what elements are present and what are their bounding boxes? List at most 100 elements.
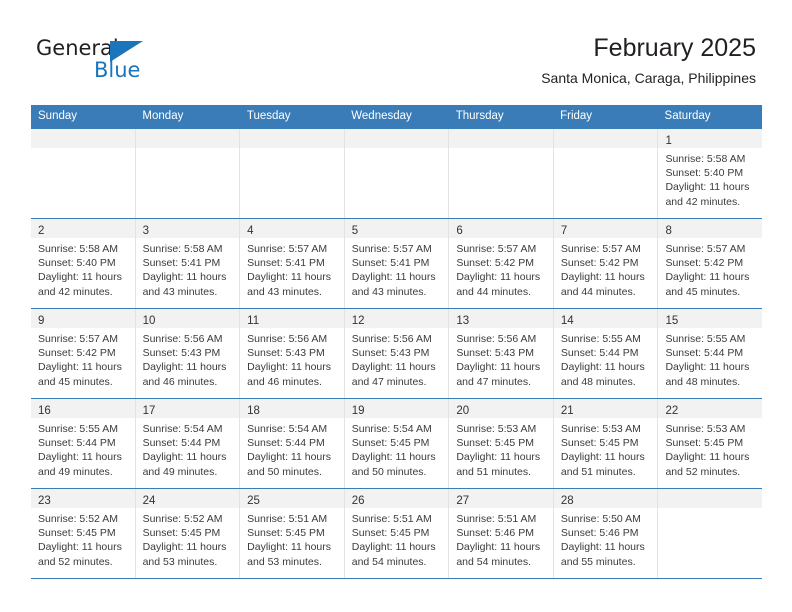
- calendar-day-cell[interactable]: 12 Sunrise: 5:56 AM Sunset: 5:43 PM Dayligh…: [344, 309, 450, 398]
- calendar-day-cell[interactable]: 1 Sunrise: 5:58 AM Sunset: 5:40 PM Daylight…: [658, 129, 763, 218]
- day-sun-info: Sunrise: 5:55 AM Sunset: 5:44 PM Daylight:…: [31, 418, 135, 479]
- day-number: 13: [456, 315, 470, 327]
- calendar-day-cell[interactable]: 14 Sunrise: 5:55 AM Sunset: 5:44 PM Dayligh…: [553, 309, 659, 398]
- calendar-day-cell[interactable]: 5 Sunrise: 5:57 AM Sunset: 5:41 PM Daylight…: [344, 219, 450, 308]
- weekday-header-row: Sunday Monday Tuesday Wednesday Thursday…: [31, 105, 762, 128]
- calendar-day-cell[interactable]: 23 Sunrise: 5:52 AM Sunset: 5:45 PM Dayligh…: [31, 489, 136, 578]
- calendar-day-cell[interactable]: 13 Sunrise: 5:56 AM Sunset: 5:43 PM Dayligh…: [449, 309, 554, 398]
- day-number-band: 20: [449, 399, 553, 418]
- weekday-thursday: Thursday: [455, 110, 504, 122]
- calendar-day-cell[interactable]: 9 Sunrise: 5:57 AM Sunset: 5:42 PM Daylight…: [31, 309, 136, 398]
- general-blue-logo[interactable]: General Blue: [36, 38, 166, 84]
- day-sun-info: Sunrise: 5:52 AM Sunset: 5:45 PM Daylight:…: [31, 508, 135, 569]
- calendar-day-cell[interactable]: 17 Sunrise: 5:54 AM Sunset: 5:44 PM Dayligh…: [135, 399, 241, 488]
- sunrise-text: Sunrise: 5:53 AM: [456, 423, 537, 435]
- calendar-day-cell[interactable]: 24 Sunrise: 5:52 AM Sunset: 5:45 PM Dayligh…: [135, 489, 241, 578]
- daylight-text: Daylight: 11 hours and 46 minutes.: [247, 361, 332, 388]
- calendar-day-empty: [553, 129, 659, 218]
- sunrise-text: Sunrise: 5:56 AM: [351, 333, 432, 345]
- day-number: 5: [351, 225, 359, 237]
- daylight-text: Daylight: 11 hours and 42 minutes.: [665, 181, 750, 208]
- calendar-day-cell[interactable]: 10 Sunrise: 5:56 AM Sunset: 5:43 PM Dayligh…: [135, 309, 241, 398]
- day-number-band: 9: [31, 309, 135, 328]
- day-number-band: 28: [553, 489, 658, 508]
- day-sun-info: Sunrise: 5:53 AM Sunset: 5:45 PM Daylight:…: [449, 418, 553, 479]
- day-number-band: 14: [553, 309, 658, 328]
- calendar-day-cell[interactable]: 21 Sunrise: 5:53 AM Sunset: 5:45 PM Dayligh…: [553, 399, 659, 488]
- calendar-day-empty: [240, 129, 345, 218]
- day-number-band: 10: [135, 309, 240, 328]
- calendar-day-cell[interactable]: 2 Sunrise: 5:58 AM Sunset: 5:40 PM Daylight…: [31, 219, 136, 308]
- calendar-day-cell[interactable]: 26 Sunrise: 5:51 AM Sunset: 5:45 PM Dayligh…: [344, 489, 450, 578]
- day-number-band: 27: [449, 489, 553, 508]
- day-number-band: 18: [240, 399, 344, 418]
- sunrise-text: Sunrise: 5:58 AM: [142, 243, 223, 255]
- day-sun-info: Sunrise: 5:55 AM Sunset: 5:44 PM Daylight:…: [554, 328, 658, 389]
- day-number: 3: [142, 225, 149, 237]
- calendar-day-cell[interactable]: 28 Sunrise: 5:50 AM Sunset: 5:46 PM Dayligh…: [553, 489, 659, 578]
- day-sun-info: Sunrise: 5:57 AM Sunset: 5:42 PM Daylight:…: [449, 238, 553, 299]
- day-number-band: 7: [553, 219, 658, 238]
- sunset-text: Sunset: 5:45 PM: [665, 437, 744, 450]
- day-number-band: 3: [135, 219, 240, 238]
- calendar-day-cell[interactable]: 8 Sunrise: 5:57 AM Sunset: 5:42 PM Daylight…: [658, 219, 763, 308]
- daylight-text: Daylight: 11 hours and 54 minutes.: [351, 541, 436, 568]
- calendar-day-cell[interactable]: 27 Sunrise: 5:51 AM Sunset: 5:46 PM Dayligh…: [449, 489, 554, 578]
- day-number: 18: [247, 405, 260, 417]
- day-number-band: 17: [135, 399, 240, 418]
- day-number-band: 6: [449, 219, 553, 238]
- calendar-day-cell[interactable]: 6 Sunrise: 5:57 AM Sunset: 5:42 PM Daylight…: [449, 219, 554, 308]
- daylight-text: Daylight: 11 hours and 47 minutes.: [456, 361, 541, 388]
- calendar-grid: Sunday Monday Tuesday Wednesday Thursday…: [31, 105, 763, 579]
- day-number-band: 5: [344, 219, 449, 238]
- day-number-band: [135, 129, 240, 148]
- daylight-text: Daylight: 11 hours and 50 minutes.: [247, 451, 332, 478]
- sunrise-text: Sunrise: 5:58 AM: [38, 243, 118, 255]
- sunset-text: Sunset: 5:41 PM: [247, 257, 325, 270]
- daylight-text: Daylight: 11 hours and 52 minutes.: [38, 541, 122, 568]
- sunrise-text: Sunrise: 5:57 AM: [560, 243, 641, 255]
- sunset-text: Sunset: 5:40 PM: [665, 167, 744, 180]
- day-sun-info: Sunrise: 5:54 AM Sunset: 5:44 PM Daylight:…: [240, 418, 344, 479]
- daylight-text: Daylight: 11 hours and 43 minutes.: [351, 271, 436, 298]
- calendar-day-cell[interactable]: 4 Sunrise: 5:57 AM Sunset: 5:41 PM Daylight…: [240, 219, 345, 308]
- daylight-text: Daylight: 11 hours and 47 minutes.: [351, 361, 436, 388]
- calendar-day-cell[interactable]: 19 Sunrise: 5:54 AM Sunset: 5:45 PM Dayligh…: [344, 399, 450, 488]
- calendar-day-cell[interactable]: 18 Sunrise: 5:54 AM Sunset: 5:44 PM Dayligh…: [240, 399, 345, 488]
- calendar-day-cell[interactable]: 15 Sunrise: 5:55 AM Sunset: 5:44 PM Dayligh…: [658, 309, 763, 398]
- sunset-text: Sunset: 5:45 PM: [560, 437, 639, 450]
- day-sun-info: Sunrise: 5:54 AM Sunset: 5:44 PM Daylight:…: [136, 418, 240, 479]
- day-sun-info: Sunrise: 5:51 AM Sunset: 5:46 PM Daylight:…: [449, 508, 553, 569]
- calendar-day-cell[interactable]: 11 Sunrise: 5:56 AM Sunset: 5:43 PM Dayligh…: [240, 309, 345, 398]
- day-sun-info: Sunrise: 5:58 AM Sunset: 5:40 PM Daylight:…: [658, 148, 762, 209]
- calendar-day-cell[interactable]: 7 Sunrise: 5:57 AM Sunset: 5:42 PM Daylight…: [553, 219, 659, 308]
- daylight-text: Daylight: 11 hours and 48 minutes.: [560, 361, 645, 388]
- day-number-band: 8: [658, 219, 763, 238]
- day-sun-info: Sunrise: 5:57 AM Sunset: 5:41 PM Daylight:…: [345, 238, 449, 299]
- daylight-text: Daylight: 11 hours and 43 minutes.: [247, 271, 332, 298]
- day-number-band: 12: [344, 309, 449, 328]
- sunrise-text: Sunrise: 5:56 AM: [142, 333, 223, 345]
- daylight-text: Daylight: 11 hours and 53 minutes.: [247, 541, 332, 568]
- day-sun-info: Sunrise: 5:55 AM Sunset: 5:44 PM Daylight:…: [658, 328, 762, 389]
- calendar-day-cell[interactable]: 22 Sunrise: 5:53 AM Sunset: 5:45 PM Dayligh…: [658, 399, 763, 488]
- sunrise-text: Sunrise: 5:54 AM: [247, 423, 328, 435]
- daylight-text: Daylight: 11 hours and 50 minutes.: [351, 451, 436, 478]
- day-number: 10: [142, 315, 156, 327]
- calendar-day-empty: [344, 129, 450, 218]
- day-number: 26: [351, 495, 365, 507]
- calendar-day-cell[interactable]: 16 Sunrise: 5:55 AM Sunset: 5:44 PM Dayligh…: [31, 399, 136, 488]
- day-number: 7: [560, 225, 568, 237]
- sunset-text: Sunset: 5:45 PM: [247, 527, 325, 540]
- title-block: February 2025 Santa Monica, Caraga, Phil…: [541, 33, 756, 87]
- sunset-text: Sunset: 5:43 PM: [456, 347, 534, 360]
- day-number-band: 19: [344, 399, 449, 418]
- daylight-text: Daylight: 11 hours and 45 minutes.: [665, 271, 750, 298]
- day-number-band: 13: [449, 309, 553, 328]
- sunrise-text: Sunrise: 5:54 AM: [351, 423, 432, 435]
- calendar-day-cell[interactable]: 20 Sunrise: 5:53 AM Sunset: 5:45 PM Dayligh…: [449, 399, 554, 488]
- calendar-day-cell[interactable]: 3 Sunrise: 5:58 AM Sunset: 5:41 PM Daylight…: [135, 219, 241, 308]
- day-number-band: [658, 489, 763, 508]
- daylight-text: Daylight: 11 hours and 55 minutes.: [560, 541, 645, 568]
- calendar-day-cell[interactable]: 25 Sunrise: 5:51 AM Sunset: 5:45 PM Dayligh…: [240, 489, 345, 578]
